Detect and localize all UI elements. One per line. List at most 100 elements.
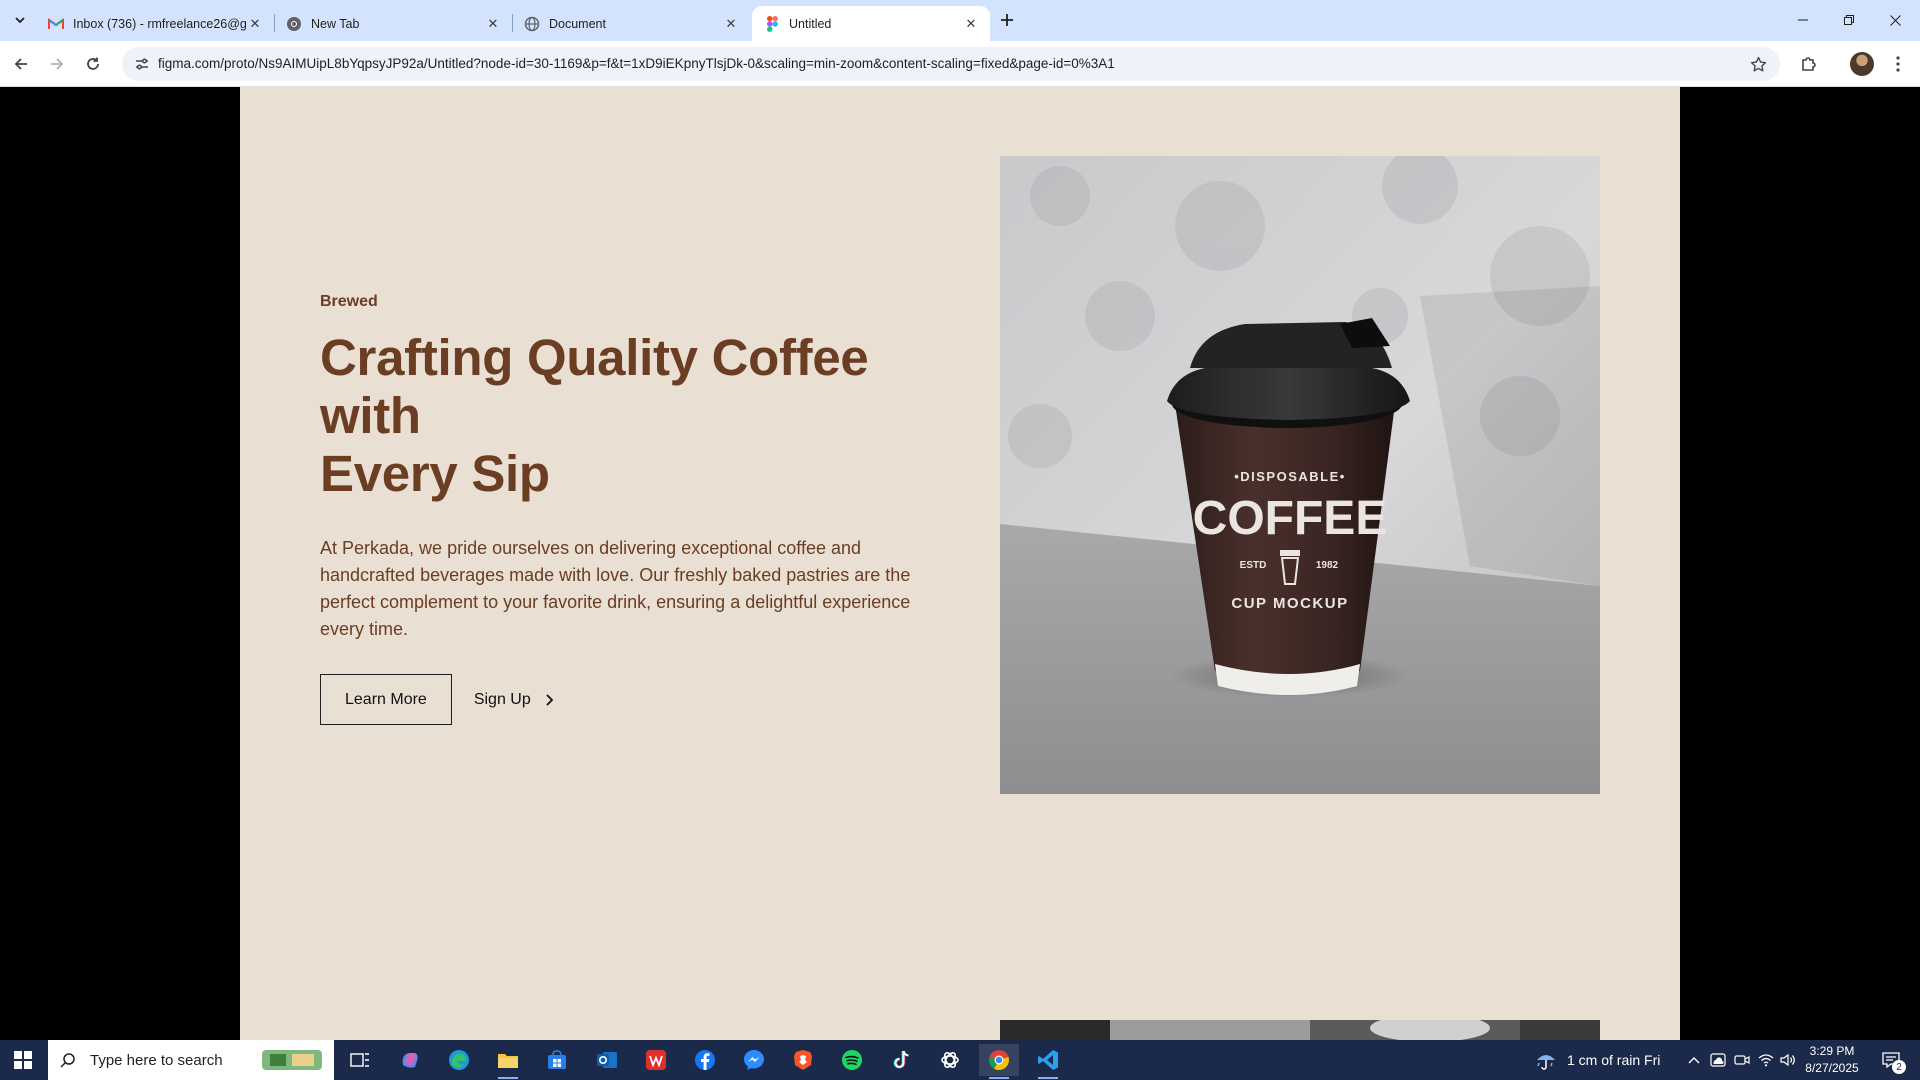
reload-icon: [87, 57, 99, 70]
new-tab-button[interactable]: [995, 8, 1019, 32]
tab-gmail[interactable]: Inbox (736) - rmfreelance26@g ✕: [36, 6, 274, 41]
meet-now-tray-icon[interactable]: [1734, 1052, 1750, 1068]
windows-taskbar: Type here to search 1 cm of rain Fri 3:2…: [0, 1040, 1920, 1080]
notification-center-button[interactable]: 2: [1876, 1046, 1906, 1074]
hero-actions: Learn More Sign Up: [320, 674, 920, 725]
onedrive-tray-icon[interactable]: [1710, 1052, 1726, 1068]
taskbar-search-box[interactable]: Type here to search: [48, 1040, 334, 1080]
cup-main-text: COFFEE: [1193, 492, 1388, 545]
next-section-image: [1000, 1020, 1600, 1040]
arrow-left-icon: [14, 58, 27, 70]
taskbar-chatgpt[interactable]: [930, 1044, 970, 1076]
edge-icon: [449, 1050, 469, 1070]
chevron-right-icon: [545, 693, 554, 707]
weather-widget[interactable]: 1 cm of rain Fri: [1535, 1040, 1660, 1080]
restore-button[interactable]: [1826, 0, 1872, 40]
hero-coffee-cup-image: •DISPOSABLE• COFFEE ESTD 1982 CUP MOCKUP: [1000, 156, 1600, 794]
sign-up-button[interactable]: Sign Up: [474, 691, 554, 709]
store-icon: [548, 1050, 566, 1069]
wps-icon: [646, 1050, 666, 1070]
taskbar-spotify[interactable]: [832, 1044, 872, 1076]
taskbar-vscode[interactable]: [1028, 1044, 1068, 1079]
search-icon: [60, 1053, 75, 1068]
wifi-tray-icon[interactable]: [1758, 1052, 1774, 1068]
taskbar-facebook[interactable]: [685, 1044, 725, 1076]
close-icon[interactable]: ✕: [722, 15, 740, 33]
tab-new-tab[interactable]: New Tab ✕: [274, 6, 512, 41]
hero-headline: Crafting Quality Coffee with Every Sip: [320, 329, 920, 503]
chevron-down-icon: [15, 17, 25, 24]
tab-title: Untitled: [789, 16, 832, 31]
hero-headline-line-1: Crafting Quality Coffee with: [320, 329, 869, 444]
browser-tab-strip: Inbox (736) - rmfreelance26@g ✕ New Tab …: [0, 0, 1920, 41]
kebab-menu-icon: [1896, 56, 1900, 72]
tab-title: New Tab: [311, 16, 360, 31]
taskbar-copilot[interactable]: [390, 1044, 430, 1076]
plus-icon: [1001, 14, 1013, 26]
cup-estd-text: ESTD: [1240, 560, 1267, 571]
chrome-icon: [989, 1050, 1009, 1071]
taskbar-clock[interactable]: 3:29 PM 8/27/2025: [1792, 1043, 1872, 1077]
reload-button[interactable]: [81, 52, 105, 76]
close-icon[interactable]: ✕: [962, 15, 980, 33]
tray-overflow-chevron-icon[interactable]: [1686, 1052, 1702, 1068]
hero-headline-line-2: Every Sip: [320, 445, 550, 502]
arrow-right-icon: [51, 58, 64, 70]
site-info-icon[interactable]: [130, 52, 154, 76]
start-button[interactable]: [0, 1040, 46, 1080]
search-placeholder: Type here to search: [90, 1051, 223, 1069]
back-button[interactable]: [9, 52, 33, 76]
browser-menu-button[interactable]: [1886, 52, 1910, 76]
taskbar-brave[interactable]: [783, 1044, 823, 1076]
figma-icon: [764, 15, 780, 32]
learn-more-button[interactable]: Learn More: [320, 674, 452, 725]
brave-icon: [794, 1050, 812, 1070]
forward-button[interactable]: [45, 52, 69, 76]
bookmark-star-icon[interactable]: [1746, 52, 1770, 76]
taskbar-tiktok[interactable]: [881, 1044, 921, 1076]
vscode-icon: [1038, 1050, 1058, 1070]
tab-title: Inbox (736) - rmfreelance26@g: [73, 16, 246, 31]
browser-toolbar: figma.com/proto/Ns9AIMUipL8bYqpsyJP92a/U…: [0, 41, 1920, 87]
task-view-button[interactable]: [340, 1044, 380, 1076]
outlook-icon: [597, 1052, 617, 1068]
cup-year-text: 1982: [1316, 560, 1339, 571]
profile-avatar[interactable]: [1850, 52, 1874, 76]
address-bar[interactable]: figma.com/proto/Ns9AIMUipL8bYqpsyJP92a/U…: [122, 47, 1780, 81]
tiktok-icon: [893, 1050, 909, 1069]
taskbar-file-explorer[interactable]: [488, 1044, 528, 1079]
taskbar-store[interactable]: [537, 1044, 577, 1076]
hero-description: At Perkada, we pride ourselves on delive…: [320, 538, 911, 639]
messenger-icon: [744, 1050, 764, 1070]
copilot-icon: [402, 1053, 418, 1068]
tab-search-button[interactable]: [8, 8, 32, 32]
taskbar-chrome[interactable]: [979, 1044, 1019, 1079]
url-text: figma.com/proto/Ns9AIMUipL8bYqpsyJP92a/U…: [158, 56, 1115, 71]
notification-count-badge: 2: [1892, 1060, 1906, 1074]
gmail-icon: [48, 16, 64, 32]
close-icon[interactable]: ✕: [246, 15, 264, 33]
cup-bottom-text: CUP MOCKUP: [1231, 595, 1348, 612]
chatgpt-icon: [941, 1051, 959, 1069]
tab-document[interactable]: Document ✕: [512, 6, 750, 41]
taskbar-messenger[interactable]: [734, 1044, 774, 1076]
close-icon: [1889, 14, 1901, 26]
sign-up-label: Sign Up: [473, 690, 531, 708]
minimize-button[interactable]: [1780, 0, 1826, 40]
puzzle-icon: [1802, 57, 1816, 71]
restore-icon: [1844, 15, 1854, 25]
taskbar-outlook[interactable]: [587, 1044, 627, 1076]
taskbar-edge[interactable]: [439, 1044, 479, 1076]
facebook-icon: [695, 1050, 715, 1070]
tab-untitled[interactable]: Untitled ✕: [752, 6, 990, 41]
cup-top-text: •DISPOSABLE•: [1234, 469, 1346, 484]
minimize-icon: [1798, 19, 1808, 21]
close-window-button[interactable]: [1872, 0, 1918, 40]
taskbar-wps[interactable]: [636, 1044, 676, 1076]
tab-title: Document: [549, 16, 606, 31]
clock-time: 3:29 PM: [1809, 1044, 1855, 1058]
extensions-button[interactable]: [1797, 52, 1821, 76]
close-icon[interactable]: ✕: [484, 15, 502, 33]
hero-text-block: Brewed Crafting Quality Coffee with Ever…: [320, 293, 920, 725]
folder-icon: [498, 1054, 518, 1068]
